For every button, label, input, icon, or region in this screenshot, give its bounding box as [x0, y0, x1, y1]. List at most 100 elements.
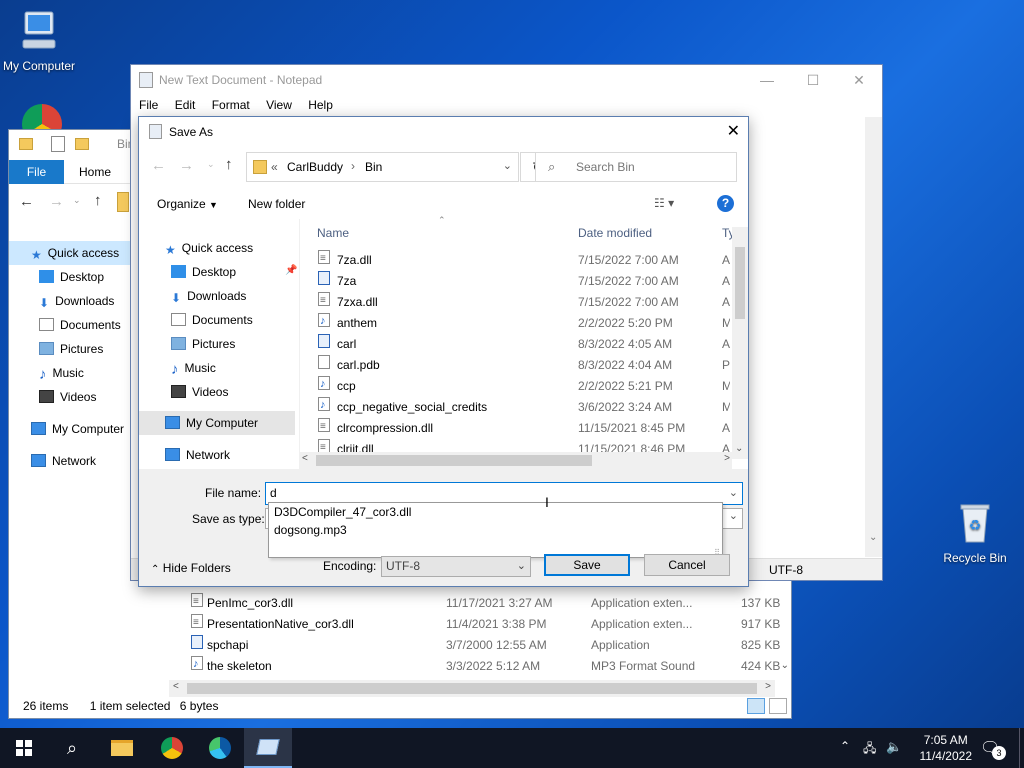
nav-quick-access[interactable]: ★ Quick access — [165, 237, 253, 259]
scroll-left-icon[interactable]: < — [173, 681, 179, 692]
nav-videos[interactable]: Videos — [171, 381, 228, 403]
menu-file[interactable]: File — [139, 98, 158, 112]
file-list-row[interactable]: anthem 2/2/2022 5:20 PM M — [300, 311, 730, 334]
nav-desktop[interactable]: Desktop — [39, 266, 104, 288]
scroll-thumb[interactable] — [735, 247, 745, 319]
file-list-row[interactable]: ccp 2/2/2022 5:21 PM M — [300, 374, 730, 397]
show-desktop-button[interactable] — [1019, 728, 1024, 768]
menu-view[interactable]: View — [266, 98, 292, 112]
details-view-icon[interactable] — [747, 698, 765, 714]
new-folder-icon[interactable] — [75, 138, 89, 150]
help-icon[interactable]: ? — [717, 195, 734, 212]
file-list-row[interactable]: 7za 7/15/2022 7:00 AM Ap — [300, 271, 730, 292]
notification-center-button[interactable]: 🗨 3 — [980, 738, 1006, 760]
file-list-row[interactable]: carl.pdb 8/3/2022 4:04 AM PI — [300, 355, 730, 376]
nav-quick-access[interactable]: ★ Quick access — [31, 242, 119, 264]
scroll-down-icon[interactable]: ⌄ — [869, 532, 877, 543]
taskbar-clock[interactable]: 7:05 AM 11/4/2022 — [920, 732, 973, 764]
tab-file[interactable]: File — [9, 160, 64, 184]
up-arrow-icon[interactable]: ↑ — [94, 192, 102, 209]
autocomplete-option[interactable]: D3DCompiler_47_cor3.dll — [269, 503, 722, 521]
nav-network[interactable]: Network — [165, 444, 230, 466]
nav-my-computer[interactable]: My Computer — [31, 418, 124, 440]
network-icon[interactable]: 🖧 — [863, 739, 876, 760]
autocomplete-option[interactable]: dogsong.mp3 — [269, 521, 722, 539]
nav-my-computer[interactable]: My Computer — [165, 412, 258, 434]
nav-music[interactable]: ♪ Music — [171, 357, 216, 379]
taskbar-file-explorer[interactable] — [98, 728, 146, 768]
scroll-thumb[interactable] — [316, 455, 592, 466]
taskbar-edge[interactable] — [196, 728, 244, 768]
breadcrumb-current[interactable]: Bin — [365, 160, 382, 174]
chevron-up-icon[interactable]: ⌃ — [840, 739, 850, 753]
scroll-right-icon[interactable]: > — [765, 681, 771, 692]
chevron-down-icon[interactable]: ⌄ — [729, 483, 738, 504]
scroll-down-icon[interactable]: ⌄ — [781, 660, 789, 671]
up-arrow-icon[interactable]: ↑ — [225, 156, 233, 173]
chevron-right-icon[interactable]: › — [351, 159, 355, 173]
start-button[interactable] — [0, 728, 48, 768]
cancel-button[interactable]: Cancel — [644, 554, 730, 576]
table-row[interactable]: the skeleton 3/3/2022 5:12 AM MP3 Format… — [185, 654, 793, 677]
nav-pictures[interactable]: Pictures — [171, 333, 235, 355]
breadcrumb-overflow[interactable]: « — [271, 160, 278, 174]
hide-folders-button[interactable]: ⌃ Hide Folders — [151, 561, 231, 575]
file-list-row[interactable]: clrcompression.dll 11/15/2021 8:45 PM Ap — [300, 416, 730, 439]
address-folder-icon[interactable] — [117, 192, 129, 212]
scroll-down-icon[interactable]: ⌄ — [735, 443, 743, 454]
breadcrumb-parent[interactable]: CarlBuddy — [287, 160, 343, 174]
forward-arrow-icon[interactable]: → — [49, 193, 64, 210]
search-button[interactable]: ⌕ — [48, 728, 96, 768]
nav-network[interactable]: Network — [31, 450, 96, 472]
close-icon[interactable]: ✕ — [727, 121, 740, 141]
scroll-left-icon[interactable]: < — [302, 453, 308, 464]
taskbar-chrome[interactable] — [148, 728, 196, 768]
minimize-icon[interactable]: — — [744, 65, 790, 95]
back-arrow-icon[interactable]: ← — [19, 193, 34, 210]
desktop-icon-my-computer[interactable]: My Computer — [0, 8, 84, 73]
file-list-row[interactable]: 7zxa.dll 7/15/2022 7:00 AM Ap — [300, 290, 730, 313]
table-row[interactable]: PenImc_cor3.dll 11/17/2021 3:27 AM Appli… — [185, 591, 793, 614]
close-icon[interactable]: ✕ — [836, 65, 882, 95]
volume-icon[interactable]: 🔈 — [886, 739, 902, 755]
taskbar-notepad[interactable] — [244, 728, 292, 768]
scroll-thumb[interactable] — [187, 683, 757, 694]
view-options-icon[interactable]: ☷ ▾ — [654, 196, 674, 210]
menu-format[interactable]: Format — [212, 98, 250, 112]
nav-desktop[interactable]: Desktop — [171, 261, 236, 283]
table-row[interactable]: PresentationNative_cor3.dll 11/4/2021 3:… — [185, 612, 793, 635]
encoding-select[interactable]: UTF-8 ⌄ — [381, 556, 531, 577]
chevron-down-icon[interactable]: ⌄ — [503, 159, 512, 172]
forward-arrow-icon[interactable]: → — [179, 157, 194, 174]
new-folder-button[interactable]: New folder — [248, 197, 305, 211]
nav-pictures[interactable]: Pictures — [39, 338, 103, 360]
file-list-row[interactable]: ccp_negative_social_credits 3/6/2022 3:24… — [300, 395, 730, 418]
nav-documents[interactable]: Documents — [171, 309, 253, 331]
tab-home[interactable]: Home — [79, 160, 111, 184]
scroll-right-icon[interactable]: > — [724, 453, 730, 464]
file-list-row[interactable]: carl 8/3/2022 4:05 AM Ap — [300, 334, 730, 355]
notepad-vertical-scrollbar[interactable]: ⌄ — [865, 117, 882, 557]
address-bar[interactable]: « CarlBuddy › Bin ⌄ — [246, 152, 519, 182]
file-list-row[interactable]: clrjit.dll 11/15/2021 8:46 PM Ap — [300, 437, 730, 452]
search-box[interactable]: ⌕ Search Bin — [535, 152, 737, 182]
menu-help[interactable]: Help — [308, 98, 333, 112]
dialog-vertical-scrollbar[interactable]: ⌄ — [732, 227, 748, 459]
desktop-icon-chrome[interactable] — [22, 104, 62, 130]
nav-downloads[interactable]: ⬇ Downloads — [39, 290, 114, 312]
recent-locations-icon[interactable]: ⌄ — [207, 159, 215, 170]
nav-documents[interactable]: Documents — [39, 314, 121, 336]
recent-locations-icon[interactable]: ⌄ — [73, 195, 81, 206]
dialog-horizontal-scrollbar[interactable]: < > — [300, 452, 732, 469]
nav-music[interactable]: ♪ Music — [39, 362, 84, 384]
file-list-row[interactable]: 7za.dll 7/15/2022 7:00 AM Ap — [300, 248, 730, 271]
menu-edit[interactable]: Edit — [175, 98, 196, 112]
table-row[interactable]: spchapi 3/7/2000 12:55 AM Application 82… — [185, 635, 793, 656]
nav-videos[interactable]: Videos — [39, 386, 96, 408]
nav-downloads[interactable]: ⬇ Downloads — [171, 285, 246, 307]
back-arrow-icon[interactable]: ← — [151, 157, 166, 174]
save-button[interactable]: Save — [544, 554, 630, 576]
maximize-icon[interactable]: ☐ — [790, 65, 836, 95]
organize-button[interactable]: Organize ▼ — [157, 197, 218, 211]
large-icons-view-icon[interactable] — [769, 698, 787, 714]
